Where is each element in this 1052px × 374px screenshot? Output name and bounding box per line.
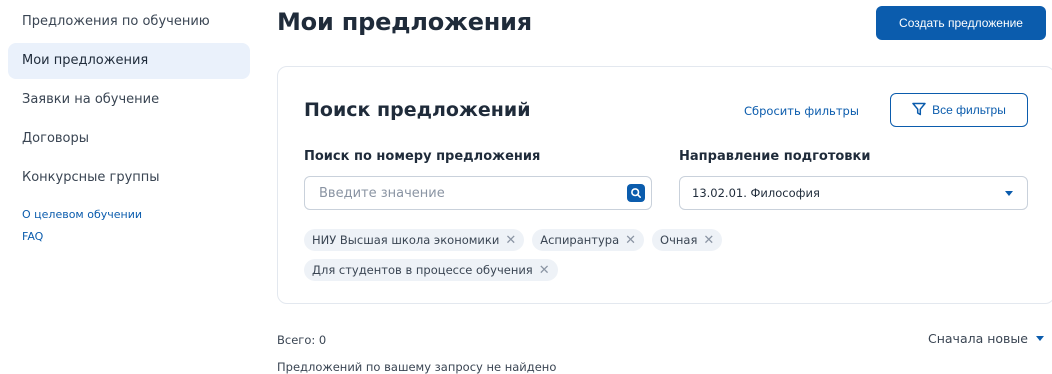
sidebar: Предложения по обучению Мои предложения …: [8, 0, 250, 248]
search-card: Поиск предложений Сбросить фильтры Все ф…: [277, 66, 1052, 304]
search-box: [304, 176, 652, 210]
filter-chip: Аспирантура ✕: [532, 229, 645, 251]
close-icon[interactable]: ✕: [703, 234, 714, 247]
empty-results-message: Предложений по вашему запросу не найдено: [277, 360, 557, 374]
filter-chip-label: НИУ Высшая школа экономики: [312, 233, 500, 247]
close-icon[interactable]: ✕: [625, 234, 636, 247]
page-title: Мои предложения: [277, 8, 533, 36]
all-filters-button[interactable]: Все фильтры: [890, 93, 1028, 127]
filter-icon: [912, 102, 926, 119]
search-input[interactable]: [305, 177, 605, 209]
search-field-label: Поиск по номеру предложения: [304, 149, 541, 164]
chevron-down-icon: [1035, 336, 1044, 341]
chevron-down-icon: [1005, 191, 1013, 196]
direction-select[interactable]: 13.02.01. Философия: [679, 176, 1028, 210]
filter-chip-label: Для студентов в процессе обучения: [312, 263, 533, 277]
reset-filters-link[interactable]: Сбросить фильтры: [744, 104, 859, 118]
sidebar-link-targeted-training[interactable]: О целевом обучении: [8, 204, 250, 226]
filter-chip: Очная ✕: [652, 229, 723, 251]
search-card-title: Поиск предложений: [304, 99, 531, 121]
filter-chip: НИУ Высшая школа экономики ✕: [304, 229, 525, 251]
create-offer-button[interactable]: Создать предложение: [876, 6, 1046, 40]
all-filters-label: Все фильтры: [932, 103, 1006, 117]
sidebar-item-my-offers[interactable]: Мои предложения: [8, 43, 250, 79]
search-icon[interactable]: [627, 184, 645, 202]
sidebar-item-competition-groups[interactable]: Конкурсные группы: [8, 160, 250, 196]
filter-chip-label: Аспирантура: [540, 233, 620, 247]
sort-dropdown[interactable]: Сначала новые: [928, 331, 1044, 346]
direction-select-value: 13.02.01. Философия: [692, 186, 820, 200]
filter-chip-label: Очная: [660, 233, 698, 247]
direction-field-label: Направление подготовки: [679, 149, 871, 164]
sidebar-item-contracts[interactable]: Договоры: [8, 121, 250, 157]
close-icon[interactable]: ✕: [539, 264, 550, 277]
sidebar-link-faq[interactable]: FAQ: [8, 226, 250, 248]
close-icon[interactable]: ✕: [505, 234, 516, 247]
sidebar-item-training-applications[interactable]: Заявки на обучение: [8, 82, 250, 118]
filter-chip: Для студентов в процессе обучения ✕: [304, 259, 558, 281]
sort-label: Сначала новые: [928, 331, 1028, 346]
sidebar-item-training-offers[interactable]: Предложения по обучению: [8, 4, 250, 40]
results-total: Всего: 0: [277, 333, 327, 347]
active-filters: НИУ Высшая школа экономики ✕ Аспирантура…: [304, 229, 864, 289]
